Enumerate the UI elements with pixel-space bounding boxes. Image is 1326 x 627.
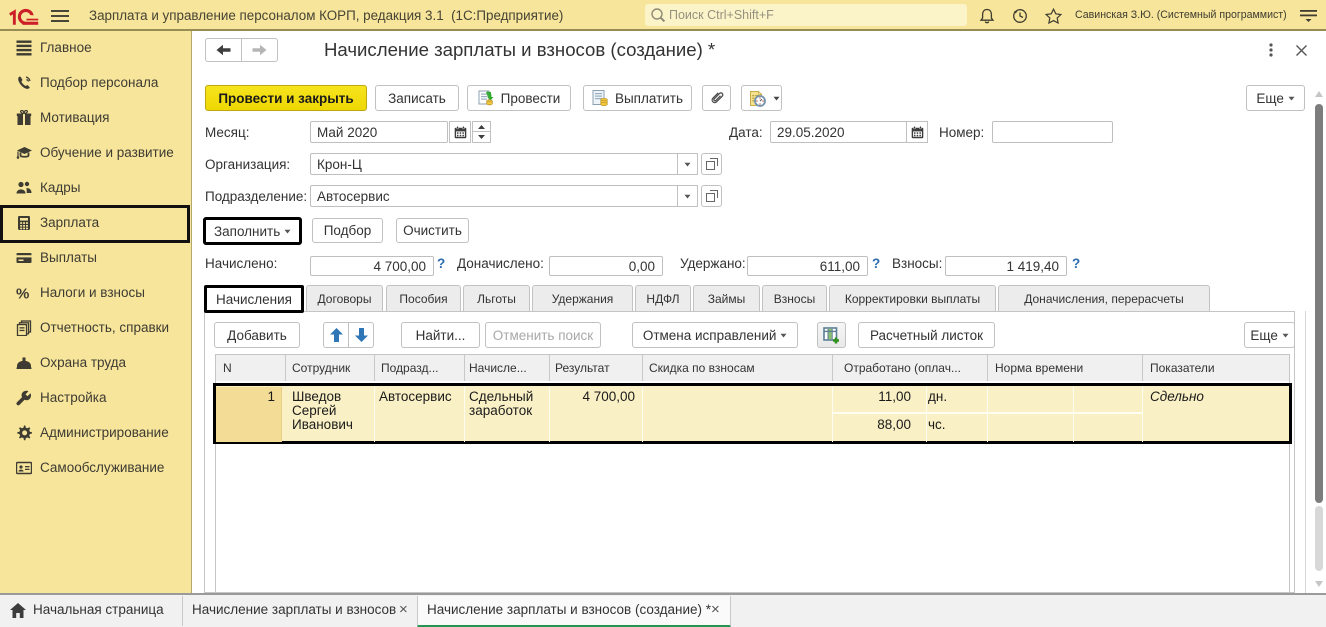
svg-text:%: %	[16, 286, 29, 302]
